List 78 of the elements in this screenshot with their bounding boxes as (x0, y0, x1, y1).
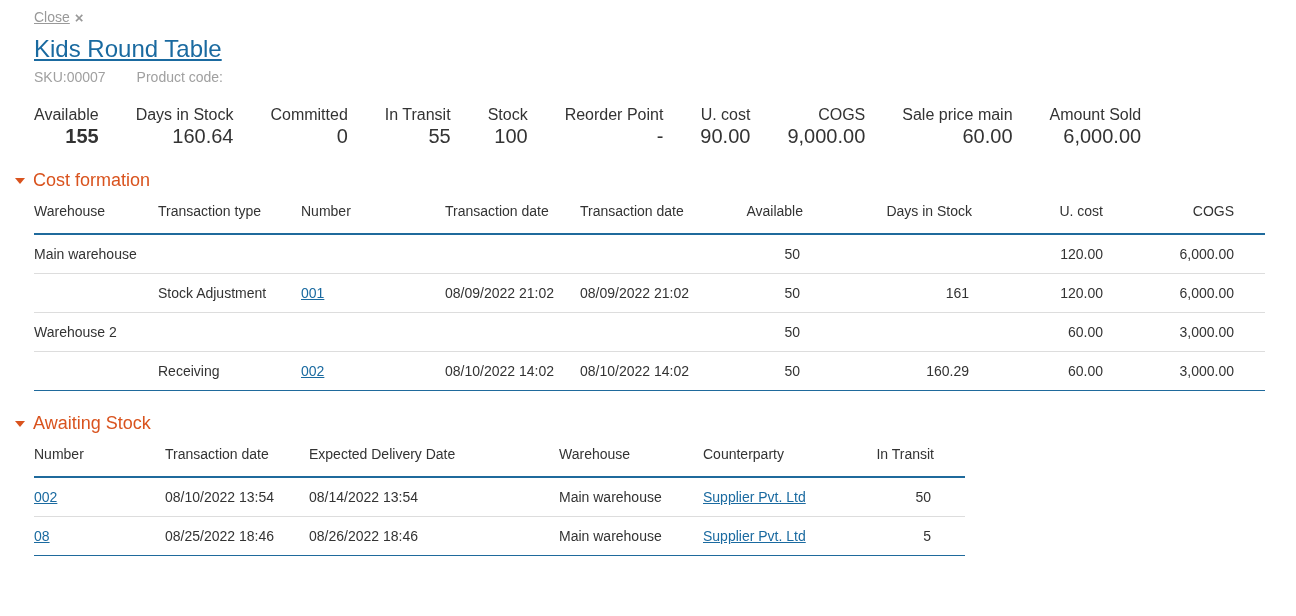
stat-value: 90.00 (700, 124, 751, 148)
table-cell: 08/14/2022 13:54 (309, 477, 559, 517)
stat-label: In Transit (384, 106, 451, 124)
caret-icon[interactable] (15, 177, 25, 184)
section-title[interactable]: Cost formation (33, 170, 151, 191)
table-cell: 6,000.00 (1103, 273, 1265, 313)
table-cell: 08/26/2022 18:46 (309, 516, 559, 556)
meta-text: SKU:00007 (34, 69, 106, 85)
table-cell: 08/25/2022 18:46 (165, 516, 309, 556)
table-link[interactable]: 002 (301, 363, 325, 379)
table-cell: 120.00 (972, 273, 1103, 313)
table-cell: 5 (833, 516, 965, 556)
table-cell: 160.29 (803, 351, 972, 391)
stat-value: 100 (494, 124, 528, 148)
table-cell: 161 (803, 273, 972, 313)
stat-value: - (656, 124, 664, 148)
stat-label: Sale price main (902, 106, 1013, 124)
table-cell: 08/10/2022 14:02 (580, 351, 720, 391)
table-cell: 3,000.00 (1103, 351, 1265, 391)
table-cell: 6,000.00 (1103, 234, 1265, 274)
stat-value: 55 (428, 124, 451, 148)
table-cell: Receiving (158, 351, 301, 391)
stat-label: Days in Stock (135, 106, 234, 124)
table-cell: Main warehouse (559, 477, 703, 517)
column-header: COGS (1103, 203, 1265, 234)
table-cell: Stock Adjustment (158, 273, 301, 313)
stat-value: 0 (336, 124, 348, 148)
column-header: Warehouse (34, 203, 158, 234)
table-link[interactable]: Supplier Pvt. Ltd (703, 528, 806, 544)
table-cell: 3,000.00 (1103, 312, 1265, 352)
table-cell: 50 (720, 234, 803, 274)
column-header: Transaction date (580, 203, 720, 234)
column-header: Counterparty (703, 446, 833, 477)
stat-label: Reorder Point (564, 106, 664, 124)
table-cell: Main warehouse (559, 516, 703, 556)
column-header: Transaction type (158, 203, 301, 234)
stat-label: Stock (487, 106, 528, 124)
column-header: Days in Stock (803, 203, 972, 234)
table-cell: Warehouse 2 (34, 312, 158, 352)
table-cell: 50 (720, 273, 803, 313)
table-cell: 08/09/2022 21:02 (445, 273, 580, 313)
table-cell: 120.00 (972, 234, 1103, 274)
caret-icon[interactable] (15, 420, 25, 427)
stat-value: 160.64 (172, 124, 234, 148)
table-link[interactable]: 002 (34, 489, 58, 505)
table-cell: 50 (833, 477, 965, 517)
table-cell: 08/10/2022 13:54 (165, 477, 309, 517)
column-header: Expected Delivery Date (309, 446, 559, 477)
column-header: Transaction date (445, 203, 580, 234)
table-cell: 08/10/2022 14:02 (445, 351, 580, 391)
column-header: U. cost (972, 203, 1103, 234)
stat-label: Committed (270, 106, 348, 124)
stat-label: COGS (818, 106, 866, 124)
table-cell: 08/09/2022 21:02 (580, 273, 720, 313)
table-cell: 50 (720, 351, 803, 391)
product-title[interactable]: Kids Round Table (34, 34, 222, 64)
table-link[interactable]: 001 (301, 285, 325, 301)
table-cell: 50 (720, 312, 803, 352)
stat-value: 9,000.00 (787, 124, 866, 148)
column-header: In Transit (833, 446, 965, 477)
stat-value: 60.00 (962, 124, 1013, 148)
stat-value: 6,000.00 (1063, 124, 1142, 148)
table-link[interactable]: Supplier Pvt. Ltd (703, 489, 806, 505)
table-link[interactable]: 08 (34, 528, 50, 544)
table-cell: 60.00 (972, 312, 1103, 352)
column-header: Number (301, 203, 445, 234)
stat-value: 155 (65, 124, 99, 148)
column-header: Transaction date (165, 446, 309, 477)
stat-label: Available (34, 106, 99, 124)
column-header: Warehouse (559, 446, 703, 477)
stat-label: U. cost (700, 106, 751, 124)
column-header: Available (720, 203, 803, 234)
stat-label: Amount Sold (1049, 106, 1142, 124)
section-title[interactable]: Awaiting Stock (33, 413, 151, 434)
column-header: Number (34, 446, 165, 477)
table-cell: Main warehouse (34, 234, 158, 274)
table-cell: 60.00 (972, 351, 1103, 391)
meta-text: Product code: (136, 69, 223, 85)
